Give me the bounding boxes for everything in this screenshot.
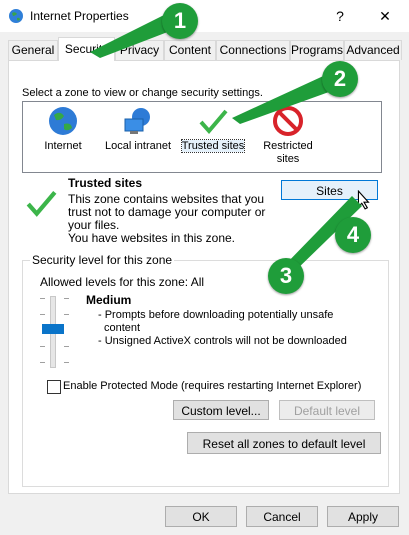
zone-label: Internet (44, 140, 82, 152)
green-check-icon (199, 109, 228, 135)
tab-general[interactable]: General (8, 40, 58, 60)
zone-internet[interactable]: Internet (28, 102, 98, 172)
intranet-icon (124, 108, 150, 134)
annotation-badge-2: 2 (322, 61, 358, 97)
zone-list: Internet Local intranet Trusted sites Re… (22, 101, 382, 173)
description-line: You have websites in this zone. (68, 231, 235, 245)
zone-label: Trusted sites (180, 139, 246, 153)
zone-label: Restricted sites (263, 140, 313, 165)
cancel-button[interactable]: Cancel (246, 506, 318, 527)
annotation-badge-1: 1 (162, 3, 198, 39)
tab-advanced[interactable]: Advanced (344, 40, 402, 60)
security-level-title: Security level for this zone (30, 253, 175, 267)
security-level-name: Medium (86, 293, 132, 307)
level-bullet: content (104, 322, 141, 334)
green-check-icon (26, 190, 57, 217)
tab-content[interactable]: Content (164, 40, 216, 60)
allowed-levels: Allowed levels for this zone: All (40, 275, 205, 289)
zone-trusted-sites[interactable]: Trusted sites (178, 102, 248, 172)
tab-connections[interactable]: Connections (216, 40, 290, 60)
protected-mode-checkbox[interactable] (47, 380, 61, 394)
level-bullet: - Unsigned ActiveX controls will not be … (98, 335, 347, 347)
custom-level-button[interactable]: Custom level... (173, 400, 269, 420)
tab-privacy[interactable]: Privacy (115, 40, 164, 60)
internet-globe-icon (9, 9, 23, 23)
reset-all-zones-button[interactable]: Reset all zones to default level (187, 432, 381, 454)
annotation-badge-4: 4 (335, 217, 371, 253)
apply-button[interactable]: Apply (327, 506, 399, 527)
annotation-badge-3: 3 (268, 258, 304, 294)
selected-zone-description: This zone contains websites that you tru… (68, 193, 265, 245)
selected-zone-name: Trusted sites (68, 176, 143, 190)
globe-icon (49, 107, 77, 135)
ok-button[interactable]: OK (165, 506, 237, 527)
security-level-details: - Prompts before downloading potentially… (98, 309, 347, 348)
zone-restricted-sites[interactable]: Restricted sites (253, 102, 323, 172)
mouse-cursor-icon (357, 190, 370, 210)
window-title: Internet Properties (30, 9, 129, 23)
level-bullet: - Prompts before downloading potentially… (98, 309, 334, 321)
default-level-button[interactable]: Default level (279, 400, 375, 420)
tab-programs[interactable]: Programs (290, 40, 344, 60)
restricted-icon (273, 106, 303, 136)
zone-local-intranet[interactable]: Local intranet (103, 102, 173, 172)
close-button[interactable]: ✕ (375, 6, 395, 26)
zone-label: Local intranet (104, 140, 172, 152)
help-button[interactable]: ? (330, 6, 350, 26)
tab-security[interactable]: Security (58, 37, 115, 61)
zone-prompt: Select a zone to view or change security… (22, 87, 263, 99)
security-slider-thumb[interactable] (42, 324, 64, 334)
protected-mode-label: Enable Protected Mode (requires restarti… (63, 380, 362, 392)
